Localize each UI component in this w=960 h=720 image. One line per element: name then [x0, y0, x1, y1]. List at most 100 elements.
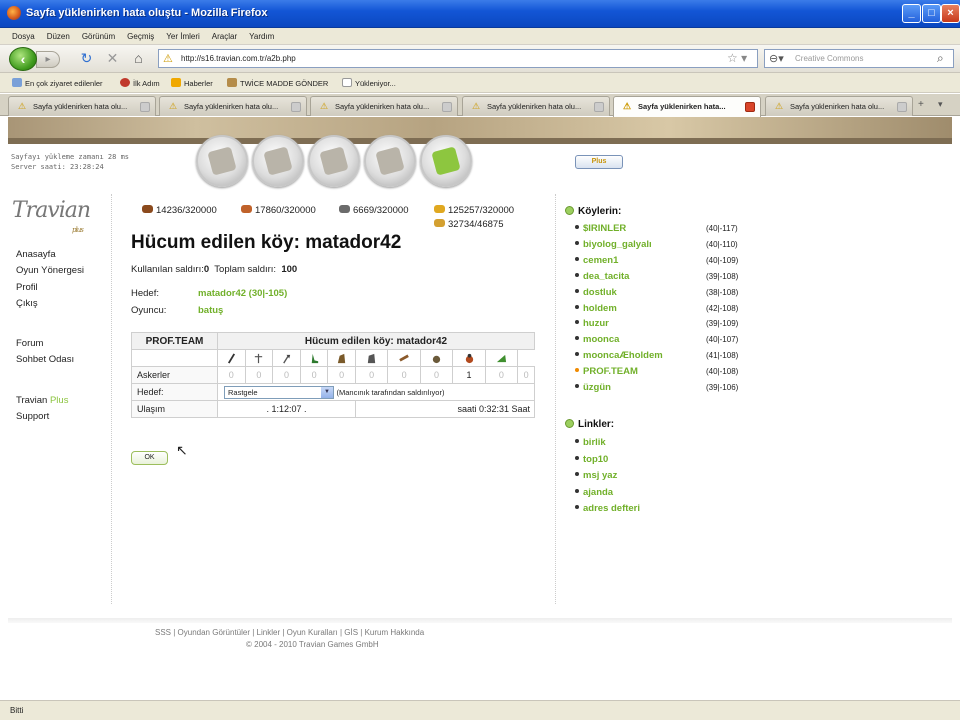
bookmark-most-visited[interactable]: En çok ziyaret edilenler	[12, 78, 103, 88]
link-label[interactable]: adres defteri	[583, 503, 640, 514]
village-item[interactable]: üzgün	[575, 382, 611, 393]
village-item[interactable]: PROF.TEAM	[575, 366, 638, 377]
bookmark-twice[interactable]: TWİCE MADDE GÖNDER	[227, 78, 328, 88]
link-item[interactable]: adres defteri	[575, 503, 640, 514]
nav-home[interactable]: Anasayfa	[16, 249, 56, 260]
reload-icon[interactable]: ↻	[78, 50, 95, 67]
bullet-icon	[575, 336, 579, 341]
village-item[interactable]: biyolog_galyalı	[575, 239, 652, 250]
catapult-target-select[interactable]: Rastgele ▼	[224, 385, 334, 399]
village-name[interactable]: PROF.TEAM	[583, 366, 638, 377]
tab-close-icon[interactable]	[291, 102, 301, 112]
link-label[interactable]: ajanda	[583, 487, 613, 498]
tab-close-icon[interactable]	[897, 102, 907, 112]
stop-icon[interactable]: ✕	[104, 50, 121, 67]
star-icon[interactable]: ☆ ▾	[727, 51, 747, 65]
village-item[interactable]: moonca	[575, 334, 619, 345]
footer-links[interactable]: SSS | Oyundan Görüntüler | Linkler | Oyu…	[155, 628, 424, 637]
village-name[interactable]: dostluk	[583, 287, 617, 298]
tab-close-icon[interactable]	[442, 102, 452, 112]
menu-bar: Dosya Düzen Görünüm Geçmiş Yer İmleri Araçlar…	[0, 28, 960, 45]
ok-button[interactable]: OK	[131, 451, 168, 465]
troop-count: 0	[244, 366, 274, 384]
link-item[interactable]: birlik	[575, 437, 606, 448]
village-name[interactable]: moonca	[583, 334, 619, 345]
browser-tab[interactable]: ⚠ Sayfa yüklenirken hata olu...	[462, 96, 610, 116]
village-name[interactable]: holdem	[583, 303, 617, 314]
browser-tab[interactable]: ⚠ Sayfa yüklenirken hata olu...	[765, 96, 913, 116]
village-name[interactable]: dea_tacita	[583, 271, 629, 282]
menu-tools[interactable]: Araçlar	[212, 28, 237, 45]
browser-tab[interactable]: ⚠ Sayfa yüklenirken hata olu...	[8, 96, 156, 116]
minimize-button[interactable]: _	[902, 4, 921, 23]
link-label[interactable]: birlik	[583, 437, 606, 448]
village-name[interactable]: $IRINLER	[583, 223, 626, 234]
nav-forum[interactable]: Forum	[16, 338, 43, 349]
link-item[interactable]: msj yaz	[575, 470, 617, 481]
menu-bookmarks[interactable]: Yer İmleri	[166, 28, 200, 45]
village-item[interactable]: mooncaÆholdem	[575, 350, 663, 361]
bookmark-loading[interactable]: Yükleniyor...	[342, 78, 396, 88]
map-icon[interactable]	[308, 135, 360, 187]
nav-chat[interactable]: Sohbet Odası	[16, 354, 74, 365]
search-bar[interactable]: ⊖▾ Creative Commons ⌕	[764, 49, 954, 68]
search-icon[interactable]: ⌕	[937, 51, 944, 66]
village-item[interactable]: cemen1	[575, 255, 618, 266]
player-link[interactable]: batuş	[198, 305, 223, 316]
village-item[interactable]: huzur	[575, 318, 609, 329]
target-village-link[interactable]: matador42 (30|-105)	[198, 288, 287, 299]
village-item[interactable]: dostluk	[575, 287, 617, 298]
page-icon	[342, 78, 352, 87]
forward-button[interactable]: ▸	[36, 51, 60, 68]
tab-close-icon[interactable]	[594, 102, 604, 112]
plus-button[interactable]: Plus	[575, 155, 623, 169]
link-item[interactable]: ajanda	[575, 487, 613, 498]
tab-list-icon[interactable]: ▾	[938, 99, 943, 110]
browser-tab[interactable]: ⚠ Sayfa yüklenirken hata olu...	[310, 96, 458, 116]
nav-travian-plus[interactable]: Travian Plus	[16, 395, 68, 406]
village-overview-icon[interactable]	[196, 135, 248, 187]
maximize-button[interactable]: □	[922, 4, 941, 23]
nav-logout[interactable]: Çıkış	[16, 298, 38, 309]
travian-logo[interactable]: Travian plus	[12, 198, 92, 242]
village-name[interactable]: biyolog_galyalı	[583, 239, 652, 250]
nav-manual[interactable]: Oyun Yönergesi	[16, 265, 84, 276]
village-name[interactable]: huzur	[583, 318, 609, 329]
tab-close-icon[interactable]	[745, 102, 755, 112]
menu-history[interactable]: Geçmiş	[127, 28, 154, 45]
bookmark-news[interactable]: Haberler	[171, 78, 213, 88]
menu-help[interactable]: Yardım	[249, 28, 274, 45]
village-name[interactable]: üzgün	[583, 382, 611, 393]
menu-file[interactable]: Dosya	[12, 28, 35, 45]
close-button[interactable]: ×	[941, 4, 960, 23]
browser-tab-active[interactable]: ⚠ Sayfa yüklenirken hata...	[613, 96, 761, 117]
browser-tab[interactable]: ⚠ Sayfa yüklenirken hata olu...	[159, 96, 307, 116]
bookmark-first-step[interactable]: İlk Adım	[120, 78, 160, 88]
nav-profile[interactable]: Profil	[16, 282, 38, 293]
village-item[interactable]: dea_tacita	[575, 271, 629, 282]
bullet-icon	[575, 505, 579, 509]
url-bar[interactable]: ⚠ http://s16.travian.com.tr/a2b.php ☆ ▾	[158, 49, 758, 68]
village-coordinates: (39|-108)	[706, 271, 739, 281]
village-name[interactable]: mooncaÆholdem	[583, 350, 663, 361]
village-name[interactable]: cemen1	[583, 255, 618, 266]
dropdown-arrow-icon[interactable]: ▼	[321, 386, 333, 398]
back-button[interactable]: ‹	[9, 47, 37, 71]
window-titlebar[interactable]: Sayfa yüklenirken hata oluştu - Mozilla …	[0, 0, 960, 28]
nav-support[interactable]: Support	[16, 411, 49, 422]
troop-count: 0	[272, 366, 301, 384]
link-item[interactable]: top10	[575, 454, 608, 465]
link-label[interactable]: msj yaz	[583, 470, 617, 481]
menu-view[interactable]: Görünüm	[82, 28, 115, 45]
search-engine-icon[interactable]: ⊖▾	[769, 52, 784, 65]
new-tab-icon[interactable]: +	[918, 99, 924, 110]
village-item[interactable]: holdem	[575, 303, 617, 314]
link-label[interactable]: top10	[583, 454, 608, 465]
menu-edit[interactable]: Düzen	[47, 28, 70, 45]
statistics-icon[interactable]	[364, 135, 416, 187]
home-icon[interactable]: ⌂	[130, 50, 147, 67]
reports-icon[interactable]	[420, 135, 472, 187]
tab-close-icon[interactable]	[140, 102, 150, 112]
village-center-icon[interactable]	[252, 135, 304, 187]
village-item[interactable]: $IRINLER	[575, 223, 626, 234]
